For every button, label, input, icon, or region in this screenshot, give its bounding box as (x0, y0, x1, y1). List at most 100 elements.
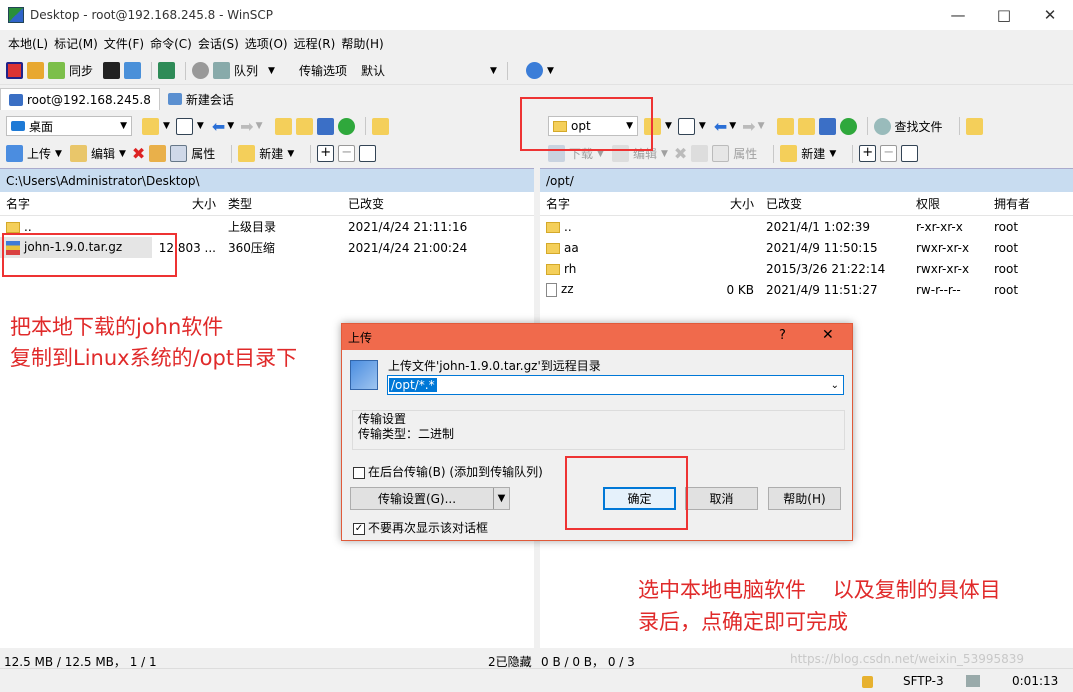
chevron-down-icon[interactable]: ▼ (227, 121, 234, 131)
col-permissions[interactable]: 权限 (910, 195, 988, 212)
remote-path-bar[interactable]: /opt/ (540, 168, 1073, 192)
home-icon[interactable] (818, 117, 836, 135)
remote-properties-button[interactable]: 属性 (733, 145, 757, 162)
open-folder-icon[interactable] (644, 117, 661, 135)
ok-button[interactable]: 确定 (603, 487, 676, 510)
col-size[interactable]: 大小 (690, 195, 760, 212)
transfer-options-select[interactable]: 默认 ▼ (356, 60, 501, 81)
sync-button[interactable]: 同步 (69, 62, 93, 79)
root-folder-icon[interactable] (295, 117, 313, 135)
chevron-down-icon[interactable]: ▼ (163, 121, 170, 131)
remote-new-button[interactable]: 新建 (801, 145, 825, 162)
col-name[interactable]: 名字 (540, 195, 690, 212)
table-row[interactable]: john-1.9.0.tar.gz 12,803 ... 360压缩 2021/… (0, 237, 534, 258)
local-edit-button[interactable]: 编辑 (91, 145, 115, 162)
tree-icon[interactable] (965, 117, 983, 135)
tree-icon[interactable] (371, 117, 389, 135)
table-row[interactable]: .. 2021/4/1 1:02:39 r-xr-xr-x root (540, 216, 1073, 237)
dialog-close-icon[interactable]: ✕ (822, 327, 834, 343)
globe-icon[interactable] (525, 62, 543, 79)
parent-folder-icon[interactable] (274, 117, 292, 135)
close-window-button[interactable]: ✕ (1027, 0, 1073, 30)
checkbox-checked[interactable]: ✓ (353, 522, 365, 535)
menu-help[interactable]: 帮助(H) (341, 35, 383, 52)
refresh-session-icon[interactable] (158, 62, 176, 79)
target-directory-input[interactable]: /opt/*.* ⌄ (387, 375, 844, 395)
chevron-down-icon[interactable]: ▼ (829, 149, 836, 159)
synchronize-browse-icon[interactable] (27, 62, 44, 79)
select-all-icon[interactable]: + (859, 145, 877, 162)
col-changed[interactable]: 已改变 (342, 195, 522, 212)
chevron-down-icon[interactable]: ▼ (493, 488, 509, 509)
compare-icon[interactable] (6, 62, 23, 79)
remote-edit-button[interactable]: 编辑 (633, 145, 657, 162)
remote-download-button[interactable]: 下载 (569, 145, 593, 162)
local-new-button[interactable]: 新建 (259, 145, 283, 162)
back-arrow-icon[interactable]: ⬅ (212, 117, 225, 136)
cancel-button[interactable]: 取消 (685, 487, 758, 510)
col-changed[interactable]: 已改变 (760, 195, 910, 212)
menu-local[interactable]: 本地(L) (8, 35, 48, 52)
chevron-down-icon[interactable]: ▼ (665, 121, 672, 131)
local-location-select[interactable]: 桌面 ▼ (6, 116, 132, 136)
rename-icon[interactable] (149, 145, 167, 162)
rename-icon[interactable] (691, 145, 709, 162)
table-row[interactable]: zz 0 KB 2021/4/9 11:51:27 rw-r--r-- root (540, 279, 1073, 300)
col-owner[interactable]: 拥有者 (988, 195, 1058, 212)
table-row[interactable]: aa 2021/4/9 11:50:15 rwxr-xr-x root (540, 237, 1073, 258)
local-upload-button[interactable]: 上传 (27, 145, 51, 162)
col-size[interactable]: 大小 (152, 195, 222, 212)
menu-file[interactable]: 文件(F) (104, 35, 144, 52)
menu-command[interactable]: 命令(C) (150, 35, 192, 52)
remote-location-select[interactable]: opt ▼ (548, 116, 638, 136)
refresh-icon[interactable] (839, 117, 857, 135)
filter-select-icon[interactable] (901, 145, 919, 162)
select-all-icon[interactable]: + (317, 145, 335, 162)
help-button[interactable]: 帮助(H) (768, 487, 841, 510)
delete-icon[interactable]: ✖ (132, 144, 145, 163)
chevron-down-icon[interactable]: ▼ (597, 149, 604, 159)
help-icon[interactable]: ? (779, 328, 786, 343)
root-folder-icon[interactable] (797, 117, 815, 135)
forward-arrow-icon[interactable]: ➡ (742, 117, 755, 136)
menu-remote[interactable]: 远程(R) (294, 35, 336, 52)
checkbox-unchecked[interactable] (353, 466, 365, 479)
dont-show-again-checkbox[interactable]: ✓ 不要再次显示该对话框 (353, 519, 488, 536)
chevron-down-icon[interactable]: ▼ (661, 149, 668, 159)
queue-icon[interactable] (213, 62, 231, 79)
forward-arrow-icon[interactable]: ➡ (240, 117, 253, 136)
tab-new-session[interactable]: 新建会话 (160, 88, 242, 110)
chevron-down-icon[interactable]: ▼ (729, 121, 736, 131)
filter-select-icon[interactable] (359, 145, 377, 162)
menu-mark[interactable]: 标记(M) (54, 35, 98, 52)
refresh-icon[interactable] (337, 117, 355, 135)
home-icon[interactable] (316, 117, 334, 135)
putty-icon[interactable] (124, 62, 142, 79)
filter-icon[interactable] (175, 117, 193, 135)
chevron-down-icon[interactable]: ▼ (547, 66, 554, 76)
queue-button[interactable]: 队列 (234, 62, 258, 79)
unselect-all-icon[interactable]: − (338, 145, 356, 162)
transfer-settings-button[interactable]: 传输设置(G)... ▼ (350, 487, 510, 510)
back-arrow-icon[interactable]: ⬅ (714, 117, 727, 136)
local-path-bar[interactable]: C:\Users\Administrator\Desktop\ (0, 168, 534, 192)
chevron-down-icon[interactable]: ▼ (268, 66, 275, 76)
table-row[interactable]: .. 上级目录 2021/4/24 21:11:16 (0, 216, 534, 237)
tab-session[interactable]: root@192.168.245.8 (0, 88, 160, 110)
delete-icon[interactable]: ✖ (674, 144, 687, 163)
find-files-button[interactable]: 查找文件 (895, 118, 943, 135)
parent-folder-icon[interactable] (776, 117, 794, 135)
chevron-down-icon[interactable]: ▼ (119, 149, 126, 159)
chevron-down-icon[interactable]: ▼ (758, 121, 765, 131)
chevron-down-icon[interactable]: ▼ (699, 121, 706, 131)
filter-icon[interactable] (677, 117, 695, 135)
minimize-button[interactable]: — (935, 0, 981, 30)
table-row[interactable]: rh 2015/3/26 21:22:14 rwxr-xr-x root (540, 258, 1073, 279)
local-properties-button[interactable]: 属性 (191, 145, 215, 162)
chevron-down-icon[interactable]: ▼ (287, 149, 294, 159)
menu-options[interactable]: 选项(O) (245, 35, 288, 52)
chevron-down-icon[interactable]: ▼ (256, 121, 263, 131)
menu-session[interactable]: 会话(S) (198, 35, 239, 52)
col-type[interactable]: 类型 (222, 195, 342, 212)
chevron-down-icon[interactable]: ▼ (55, 149, 62, 159)
